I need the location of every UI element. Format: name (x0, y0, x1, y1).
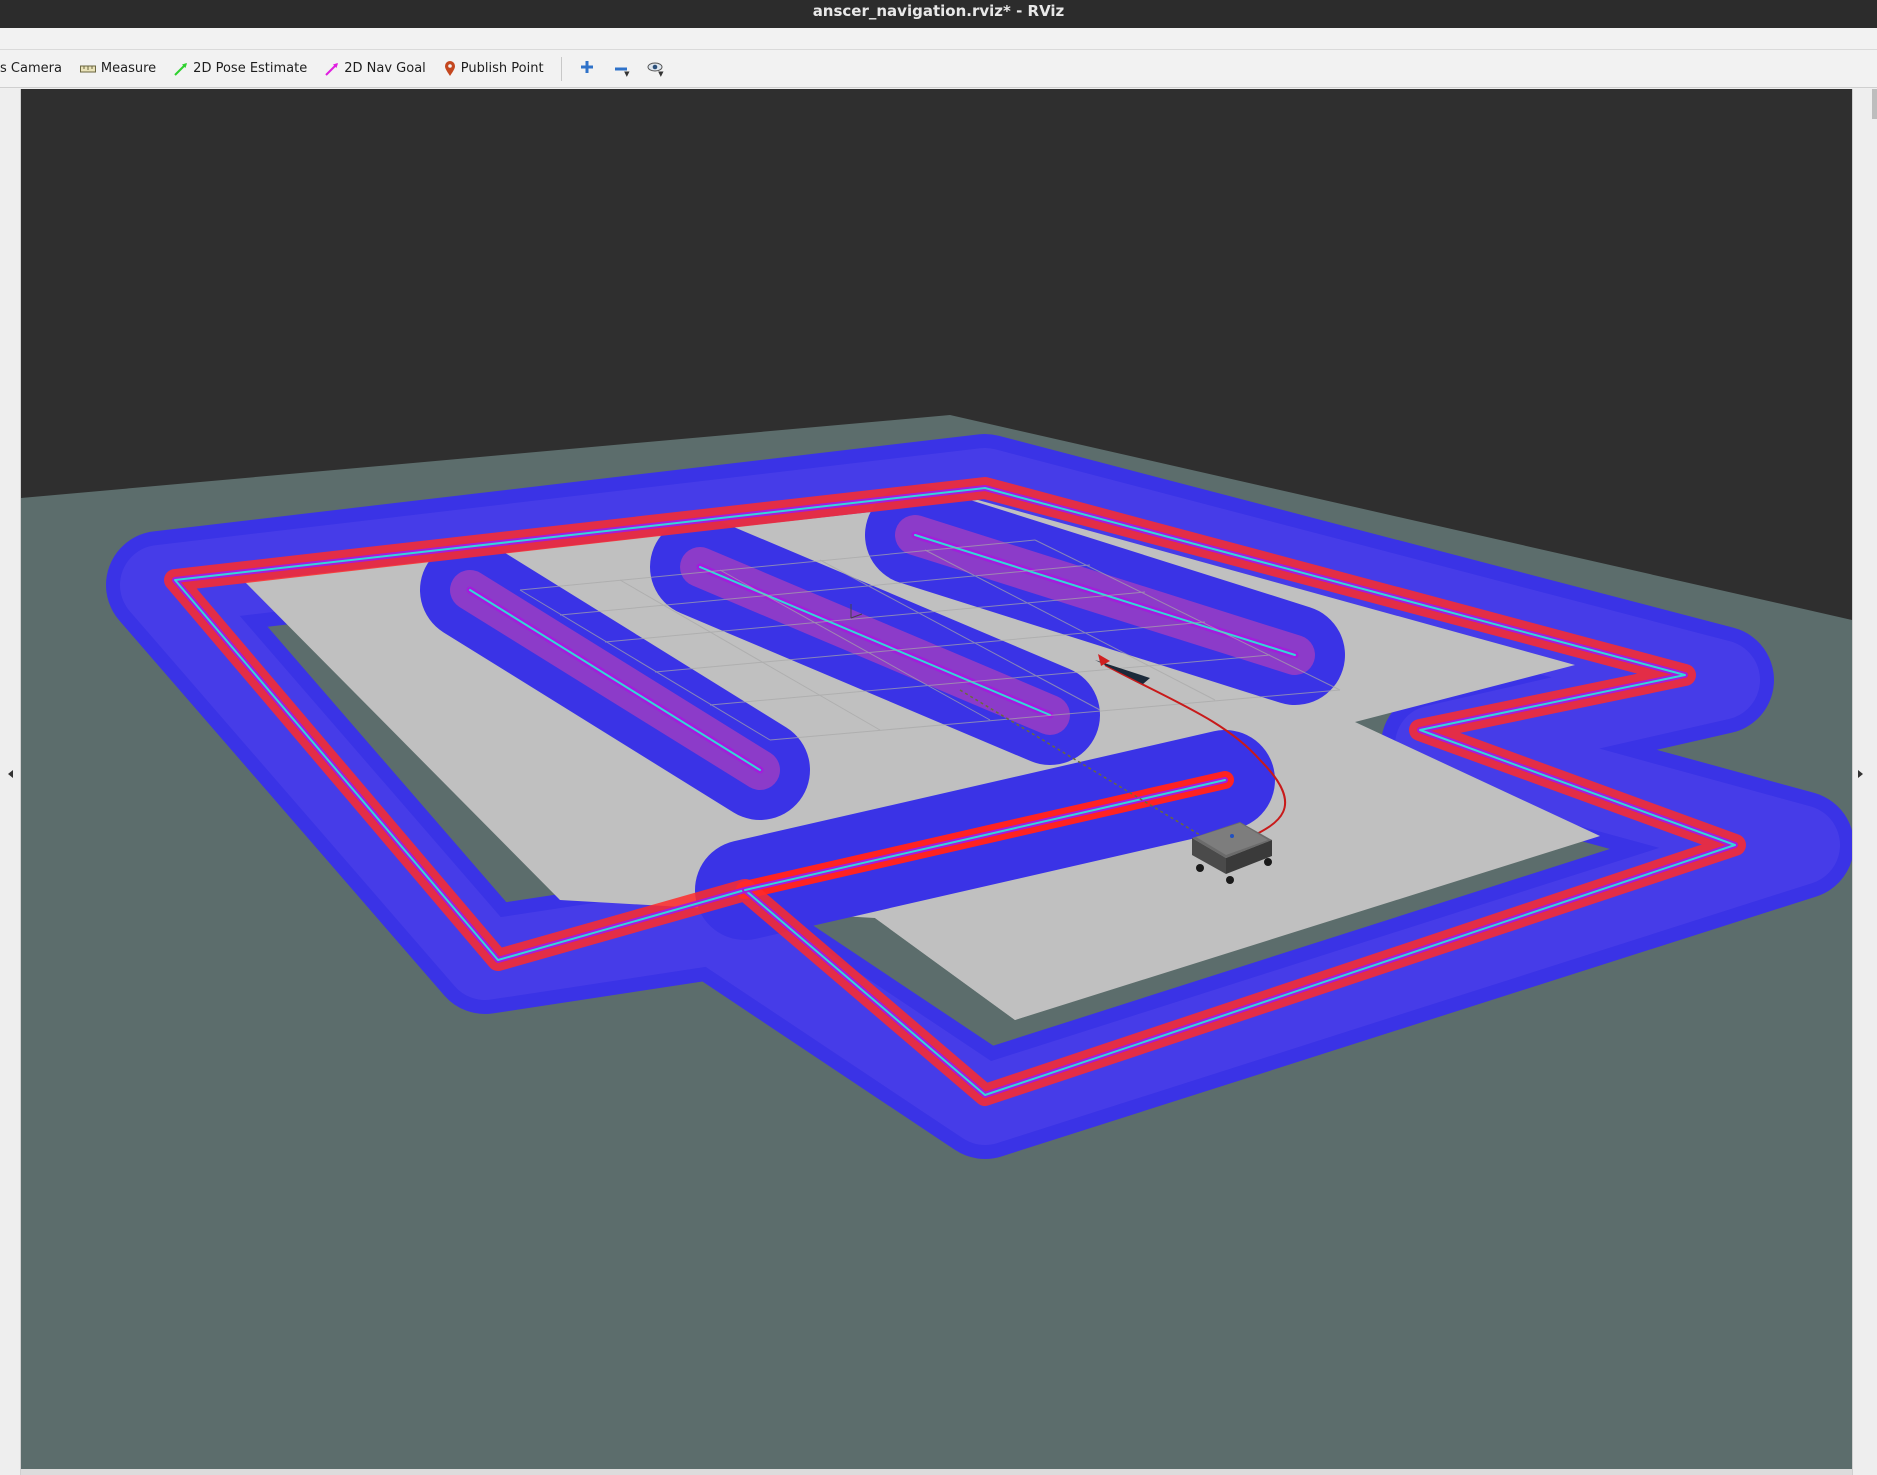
tool-2d-nav-goal[interactable]: 2D Nav Goal (316, 50, 435, 87)
green-arrow-icon (174, 62, 188, 76)
menu-bar (0, 28, 1877, 50)
window-title: anscer_navigation.rviz* - RViz (812, 2, 1065, 20)
chevron-down-icon: ▼ (624, 70, 630, 78)
tool-publish-point[interactable]: Publish Point (435, 50, 553, 87)
add-tool-button[interactable] (570, 50, 604, 87)
tool-measure-label: Measure (100, 61, 157, 76)
ruler-icon (79, 64, 96, 74)
tool-bar: s Camera Measure 2D Pose Estimate 2D Nav… (0, 50, 1877, 88)
remove-tool-button[interactable]: ▼ (604, 50, 638, 87)
viewport-bottom-border (21, 1469, 1852, 1475)
collapse-right-arrow-icon[interactable] (1858, 770, 1863, 778)
right-dock-collapsed (1852, 89, 1877, 1475)
view-options-button[interactable]: ▼ (638, 50, 672, 87)
tool-move-camera[interactable]: s Camera (0, 50, 71, 87)
tool-2d-pose-estimate-label: 2D Pose Estimate (193, 61, 308, 76)
magenta-arrow-icon (325, 62, 339, 76)
window-title-bar: anscer_navigation.rviz* - RViz (0, 0, 1877, 28)
add-tool-icon (580, 60, 594, 78)
chevron-down-icon: ▼ (658, 70, 664, 78)
tool-publish-point-label: Publish Point (460, 61, 544, 76)
tool-2d-nav-goal-label: 2D Nav Goal (344, 61, 426, 76)
toolbar-separator (560, 56, 562, 81)
collapse-left-arrow-icon[interactable] (8, 770, 13, 778)
left-dock-collapsed (0, 89, 21, 1475)
tool-measure[interactable]: Measure (71, 50, 165, 87)
right-scrollbar[interactable] (1872, 89, 1877, 119)
render-3d-viewport[interactable] (21, 89, 1852, 1469)
tool-2d-pose-estimate[interactable]: 2D Pose Estimate (165, 50, 316, 87)
scene-svg (21, 415, 1852, 1469)
map-pin-icon (444, 60, 456, 77)
tool-move-camera-label: s Camera (0, 61, 62, 76)
